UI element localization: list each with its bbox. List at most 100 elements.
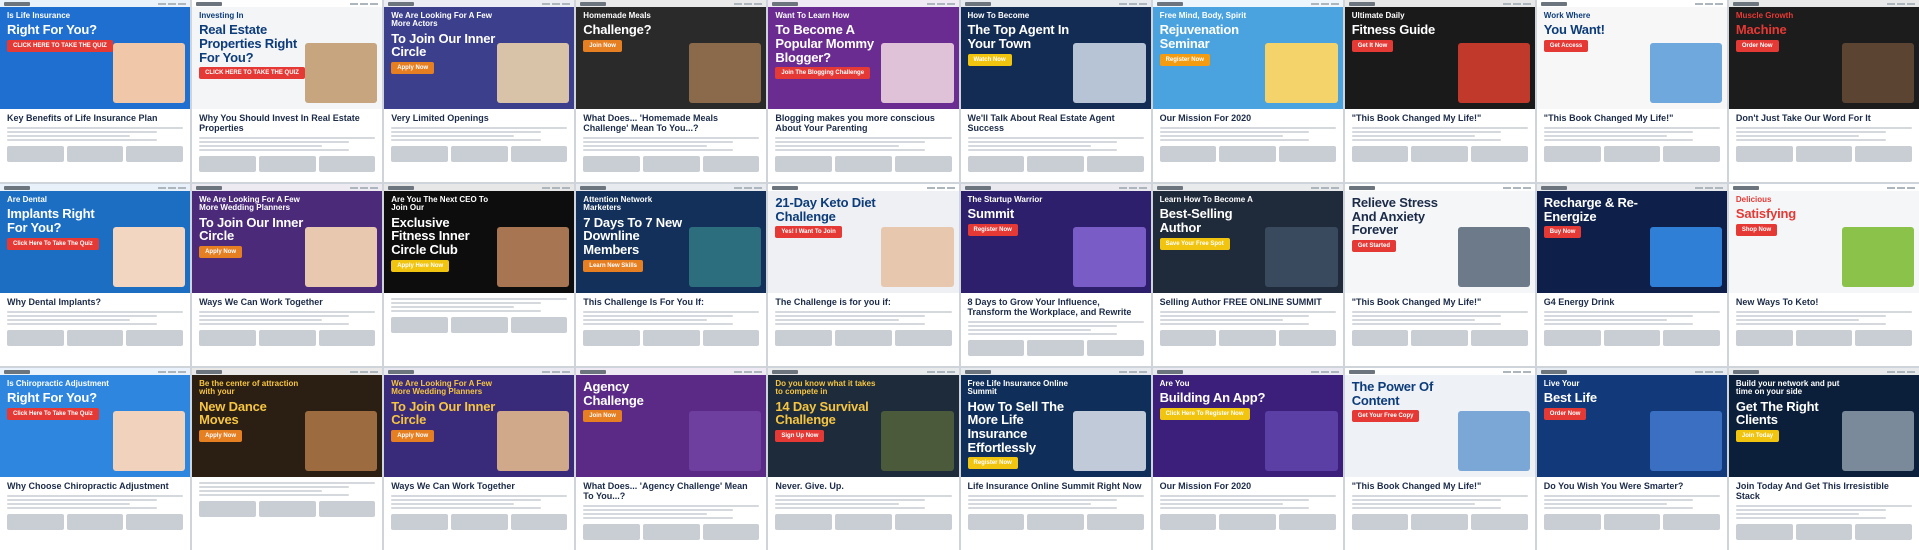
nav-menu bbox=[1118, 370, 1147, 373]
cta-button[interactable]: Watch Now bbox=[967, 53, 1012, 66]
nav-menu bbox=[1310, 186, 1339, 189]
landing-page-thumbnail[interactable]: Agency Challenge Join Now What Does... 'Ag… bbox=[576, 368, 767, 550]
landing-page-thumbnail[interactable]: Want To Learn How To Become A Popular Mom… bbox=[768, 0, 959, 182]
hero-image bbox=[1841, 227, 1914, 288]
cta-button[interactable]: Get Access bbox=[1543, 40, 1589, 53]
hero-section: We Are Looking For A Few More Actors To J… bbox=[384, 0, 575, 110]
logo bbox=[1540, 1, 1567, 6]
cta-button[interactable]: Register Now bbox=[1159, 53, 1210, 66]
image-row bbox=[775, 155, 952, 172]
cta-button[interactable]: Register Now bbox=[967, 457, 1018, 470]
landing-page-thumbnail[interactable]: The Power Of Content Get Your Free Copy "T… bbox=[1344, 368, 1535, 550]
cta-button[interactable]: CLICK HERE TO TAKE THE QUIZ bbox=[199, 67, 305, 80]
landing-page-thumbnail[interactable]: Relieve Stress And Anxiety Forever Get St… bbox=[1344, 184, 1535, 366]
cta-button[interactable]: Apply Now bbox=[391, 62, 435, 75]
cta-button[interactable]: Join Today bbox=[1735, 430, 1780, 443]
pre-headline: Free Life Insurance Online Summit bbox=[967, 379, 1068, 397]
landing-page-thumbnail[interactable]: 21-Day Keto Diet Challenge Yes! I Want To… bbox=[768, 184, 959, 366]
headline: Rejuvenation Seminar bbox=[1159, 22, 1239, 52]
landing-page-thumbnail[interactable]: Be the center of attraction with your New… bbox=[192, 368, 383, 550]
landing-page-thumbnail[interactable]: Learn How To Become A Best-Selling Author… bbox=[1152, 184, 1343, 366]
headline: How To Sell The More Life Insurance Effo… bbox=[967, 398, 1065, 455]
landing-page-thumbnail[interactable]: Free Mind, Body, Spirit Rejuvenation Semi… bbox=[1152, 0, 1343, 182]
cta-button[interactable]: Join The Blogging Challenge bbox=[775, 67, 871, 80]
landing-page-thumbnail[interactable]: Build your network and put time on your … bbox=[1728, 368, 1919, 550]
pre-headline: The Startup Warrior bbox=[967, 195, 1043, 204]
nav-menu bbox=[1887, 186, 1915, 189]
pre-headline: Are You bbox=[1159, 379, 1190, 388]
cta-button[interactable]: Register Now bbox=[967, 224, 1018, 237]
cta-button[interactable]: Get It Now bbox=[1351, 40, 1394, 53]
hero-section: Be the center of attraction with your New… bbox=[192, 368, 383, 478]
body-text-placeholder bbox=[1351, 127, 1528, 142]
section-title: Selling Author FREE ONLINE SUMMIT bbox=[1159, 297, 1322, 308]
cta-button[interactable]: Learn New Skills bbox=[583, 259, 643, 272]
pre-headline: We Are Looking For A Few More Wedding Pl… bbox=[391, 379, 492, 397]
image-row bbox=[1543, 514, 1720, 531]
headline: Real Estate Properties Right For You? bbox=[199, 22, 298, 65]
cta-button[interactable]: Sign Up Now bbox=[775, 430, 825, 443]
landing-page-thumbnail[interactable]: Work Where You Want! Get Access "This Book … bbox=[1536, 0, 1727, 182]
landing-page-thumbnail[interactable]: We Are Looking For A Few More Wedding Pl… bbox=[384, 368, 575, 550]
pre-headline: Ultimate Daily bbox=[1351, 11, 1405, 20]
headline: Recharge & Re-Energize bbox=[1543, 195, 1638, 224]
landing-page-thumbnail[interactable]: Ultimate Daily Fitness Guide Get It Now "Th… bbox=[1344, 0, 1535, 182]
cta-button[interactable]: Click Here To Take The Quiz bbox=[7, 408, 99, 421]
landing-page-thumbnail[interactable]: Do you know what it takes to compete in 1… bbox=[768, 368, 959, 550]
content-section bbox=[384, 293, 575, 366]
image-row bbox=[199, 155, 376, 172]
cta-button[interactable]: Apply Now bbox=[199, 430, 243, 443]
landing-page-thumbnail[interactable]: Free Life Insurance Online Summit How To … bbox=[960, 368, 1151, 550]
cta-button[interactable]: Yes! I Want To Join bbox=[775, 226, 842, 239]
cta-button[interactable]: Save Your Free Spot bbox=[1159, 237, 1230, 250]
headline: Relieve Stress And Anxiety Forever bbox=[1351, 195, 1438, 238]
landing-page-thumbnail[interactable]: Are You Building An App? Click Here To Reg… bbox=[1152, 368, 1343, 550]
content-section: Ways We Can Work Together bbox=[192, 293, 383, 366]
landing-page-thumbnail[interactable]: Is Chiropractic Adjustment Right For You?… bbox=[0, 368, 191, 550]
landing-page-thumbnail[interactable]: Are You The Next CEO To Join Our Exclusiv… bbox=[384, 184, 575, 366]
content-section: The Challenge is for you if: bbox=[768, 293, 959, 366]
landing-page-thumbnail[interactable]: We Are Looking For A Few More Actors To J… bbox=[384, 0, 575, 182]
image-row bbox=[1735, 146, 1912, 163]
content-section: Key Benefits of Life Insurance Plan bbox=[0, 109, 191, 182]
cta-button[interactable]: Get Started bbox=[1351, 239, 1397, 252]
cta-button[interactable]: CLICK HERE TO TAKE THE QUIZ bbox=[7, 40, 113, 53]
pre-headline: Do you know what it takes to compete in bbox=[775, 379, 876, 397]
landing-page-thumbnail[interactable]: Is Life Insurance Right For You? CLICK HER… bbox=[0, 0, 191, 182]
landing-page-thumbnail[interactable]: The Startup Warrior Summit Register Now 8 D… bbox=[960, 184, 1151, 366]
cta-button[interactable]: Apply Now bbox=[391, 430, 435, 443]
nav-menu bbox=[1502, 2, 1531, 5]
landing-page-thumbnail[interactable]: Recharge & Re-Energize Buy Now G4 Energy D… bbox=[1536, 184, 1727, 366]
landing-page-thumbnail[interactable]: We Are Looking For A Few More Wedding Pl… bbox=[192, 184, 383, 366]
cta-button[interactable]: Order Now bbox=[1735, 40, 1779, 53]
cta-button[interactable]: Join Now bbox=[583, 410, 622, 423]
landing-page-thumbnail[interactable]: Delicious Satisfying Shop Now New Ways To K… bbox=[1728, 184, 1919, 366]
pre-headline: Is Chiropractic Adjustment bbox=[7, 379, 109, 388]
landing-page-thumbnail[interactable]: Investing In Real Estate Properties Right… bbox=[192, 0, 383, 182]
cta-button[interactable]: Get Your Free Copy bbox=[1351, 410, 1420, 423]
cta-button[interactable]: Apply Here Now bbox=[391, 259, 450, 272]
landing-page-thumbnail[interactable]: Live Your Best Life Order Now Do You Wish Y… bbox=[1536, 368, 1727, 550]
body-text-placeholder bbox=[7, 495, 184, 510]
cta-button[interactable]: Order Now bbox=[1543, 408, 1587, 421]
landing-page-thumbnail[interactable]: Muscle Growth Machine Order Now Don't Just … bbox=[1728, 0, 1919, 182]
hero-image bbox=[1457, 227, 1530, 288]
cta-button[interactable]: Click Here To Take The Quiz bbox=[7, 237, 99, 250]
content-section: Don't Just Take Our Word For It bbox=[1728, 109, 1919, 182]
cta-button[interactable]: Join Now bbox=[583, 40, 622, 53]
pre-headline: Delicious bbox=[1735, 195, 1772, 204]
nav-menu bbox=[1118, 186, 1147, 189]
hero-section: Free Mind, Body, Spirit Rejuvenation Semi… bbox=[1152, 0, 1343, 110]
landing-page-thumbnail[interactable]: Attention Network Marketers 7 Days To 7 N… bbox=[576, 184, 767, 366]
body-text-placeholder bbox=[775, 495, 952, 510]
cta-button[interactable]: Click Here To Register Now bbox=[1159, 408, 1250, 421]
cta-button[interactable]: Apply Now bbox=[199, 246, 243, 259]
cta-button[interactable]: Shop Now bbox=[1735, 224, 1778, 237]
content-section: We'll Talk About Real Estate Agent Succe… bbox=[960, 109, 1151, 182]
section-title: "This Book Changed My Life!" bbox=[1351, 481, 1482, 492]
landing-page-thumbnail[interactable]: How To Become The Top Agent In Your Town W… bbox=[960, 0, 1151, 182]
landing-page-thumbnail[interactable]: Are Dental Implants Right For You? Click H… bbox=[0, 184, 191, 366]
landing-page-thumbnail[interactable]: Homemade Meals Challenge? Join Now What Doe… bbox=[576, 0, 767, 182]
site-header bbox=[1536, 184, 1727, 191]
cta-button[interactable]: Buy Now bbox=[1543, 226, 1582, 239]
